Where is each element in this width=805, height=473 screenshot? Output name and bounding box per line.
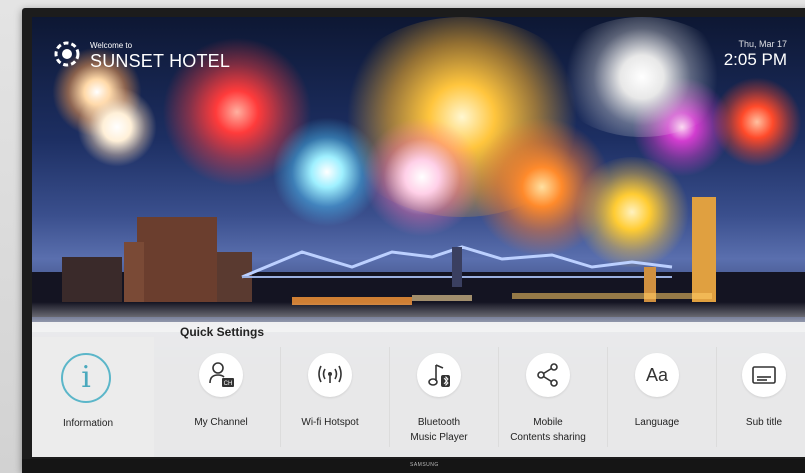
- bluetooth-music-button[interactable]: Bluetooth Music Player: [384, 337, 494, 457]
- mobile-contents-sharing-label: Mobile Contents sharing: [510, 417, 586, 443]
- tv-screen: Welcome to SUNSET HOTEL Thu, Mar 17 2:05…: [32, 17, 805, 457]
- my-channel-button[interactable]: CH My Channel: [166, 337, 276, 457]
- welcome-text: Welcome to: [90, 41, 133, 50]
- information-label: Information: [62, 418, 114, 429]
- tv-brand: SAMSUNG: [410, 462, 439, 468]
- mobile-contents-sharing-button[interactable]: Mobile Contents sharing: [493, 337, 603, 457]
- wifi-hotspot-label: Wi-fi Hotspot: [301, 417, 359, 428]
- wifi-hotspot-button[interactable]: Wi-fi Hotspot: [275, 337, 385, 457]
- my-channel-label: My Channel: [194, 417, 248, 428]
- subtitle-label: Sub title: [745, 417, 783, 428]
- hotel-logo: Welcome to SUNSET HOTEL: [50, 37, 230, 76]
- clock-date: Thu, Mar 17: [738, 39, 787, 49]
- info-icon: i: [61, 353, 111, 403]
- clock: Thu, Mar 17 2:05 PM: [724, 39, 787, 70]
- subtitle-button[interactable]: Sub title: [709, 337, 805, 457]
- firework: [552, 17, 732, 137]
- wifi-hotspot-icon: [308, 353, 352, 397]
- bluetooth-music-icon: [417, 353, 461, 397]
- subtitle-icon: [742, 353, 786, 397]
- bluetooth-music-label: Bluetooth Music Player: [410, 417, 468, 443]
- clock-time: 2:05 PM: [723, 50, 787, 69]
- sunset-logo-icon: [54, 41, 80, 67]
- language-glyph: Aa: [645, 365, 669, 385]
- svg-text:CH: CH: [224, 381, 233, 387]
- language-label: Language: [634, 417, 680, 428]
- my-channel-icon: CH: [199, 353, 243, 397]
- firework: [77, 87, 157, 167]
- language-button[interactable]: Aa Language: [602, 337, 712, 457]
- information-button[interactable]: i Information: [32, 337, 154, 457]
- tv-bezel-bottom: SAMSUNG: [22, 459, 805, 473]
- hotel-name: SUNSET HOTEL: [90, 51, 231, 71]
- city-skyline: [32, 197, 805, 317]
- share-icon: [526, 353, 570, 397]
- language-icon: Aa: [635, 353, 679, 397]
